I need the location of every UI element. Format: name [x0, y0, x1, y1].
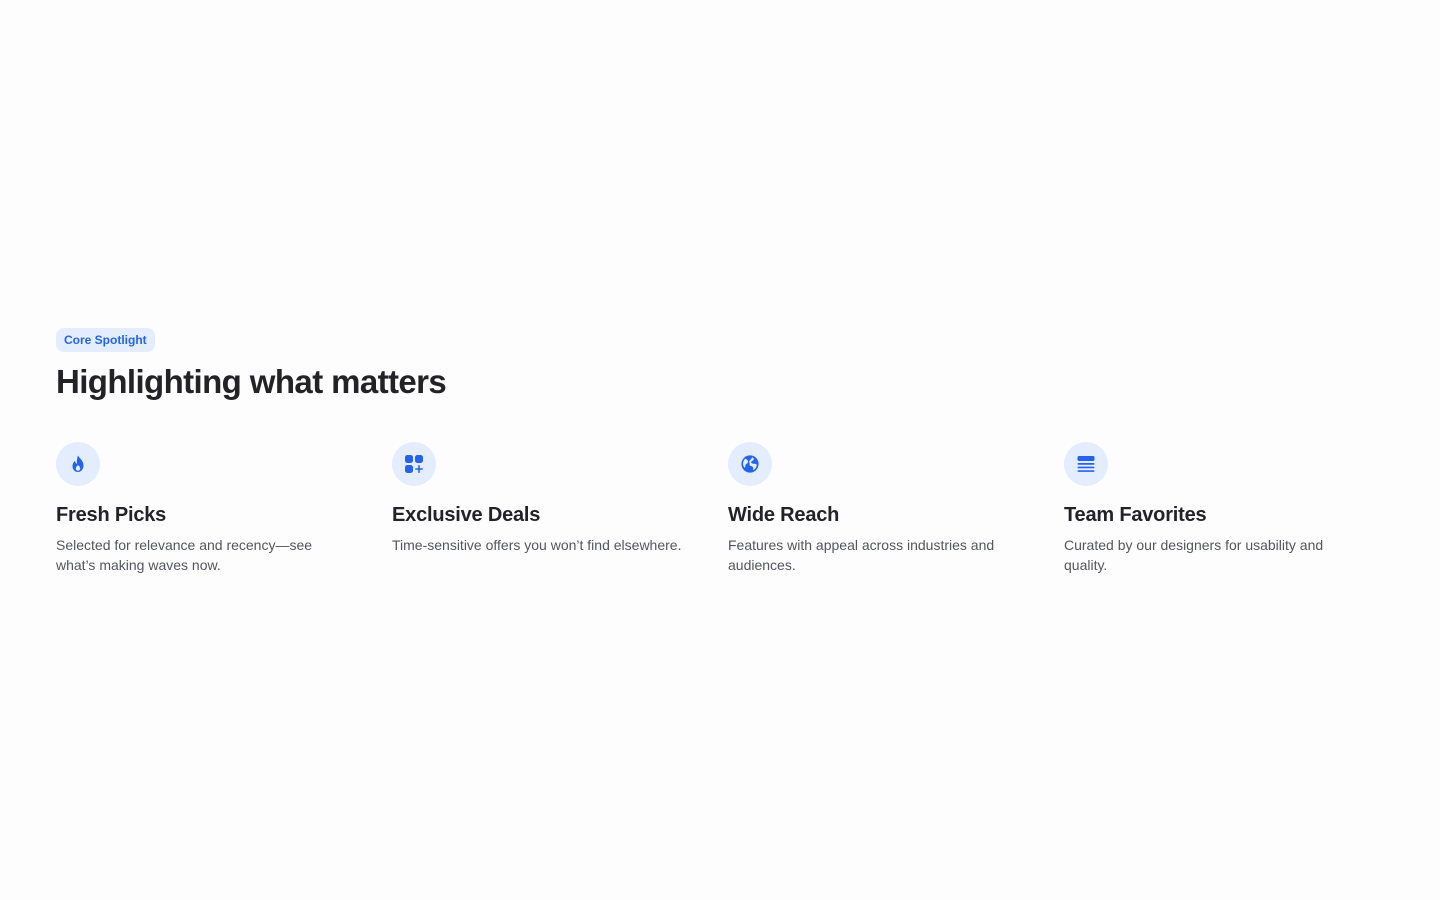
feature-card-wide-reach: Wide Reach Features with appeal across i…: [728, 442, 1064, 575]
feature-title: Wide Reach: [728, 504, 840, 526]
spotlight-section: Core Spotlight Highlighting what matters…: [56, 328, 1384, 575]
globe-icon: [728, 442, 772, 486]
feature-title: Fresh Picks: [56, 504, 167, 526]
feature-card-fresh-picks: Fresh Picks Selected for relevance and r…: [56, 442, 392, 575]
feature-card-exclusive-deals: Exclusive Deals Time-sensitive offers yo…: [392, 442, 728, 575]
feature-title: Team Favorites: [1064, 504, 1207, 526]
stack-icon: [1064, 442, 1108, 486]
section-badge: Core Spotlight: [56, 328, 155, 352]
feature-description: Curated by our designers for usability a…: [1064, 537, 1324, 573]
apps-add-icon: [392, 442, 436, 486]
feature-title: Exclusive Deals: [392, 504, 541, 526]
feature-card-team-favorites: Team Favorites Curated by our designers …: [1064, 442, 1400, 575]
feature-list: Fresh Picks Selected for relevance and r…: [56, 442, 1384, 575]
feature-description: Selected for relevance and recency—see w…: [56, 537, 313, 573]
section-title: Highlighting what matters: [56, 363, 447, 400]
flame-icon: [56, 442, 100, 486]
feature-description: Time-sensitive offers you won’t find els…: [392, 537, 682, 553]
feature-description: Features with appeal across industries a…: [728, 537, 995, 573]
